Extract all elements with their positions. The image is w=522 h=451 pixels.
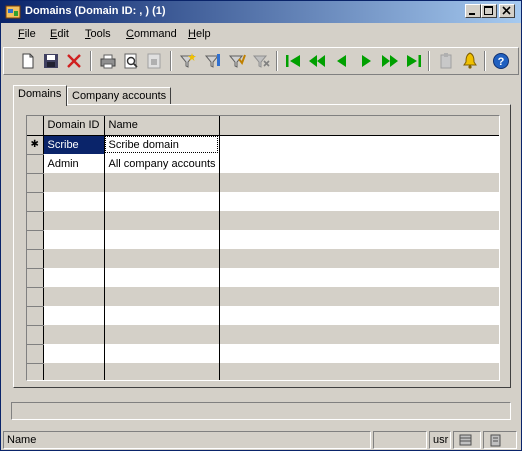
tab-panel-domains: Domain ID Name ✱ Scribe Scribe domain Ad… [13,104,511,388]
empty-row [27,173,499,193]
filter-edit-button[interactable] [203,51,223,71]
filter-icon [179,53,196,68]
next-page-icon [382,55,398,67]
column-header-domain-id[interactable]: Domain ID [43,116,105,136]
export-button [144,51,164,71]
clipboard-button [436,51,456,71]
empty-row [27,230,499,250]
print-preview-icon [124,53,138,69]
new-button[interactable] [18,51,38,71]
app-icon [5,5,21,19]
filter-apply-icon [228,54,246,68]
empty-row [27,211,499,231]
first-record-icon [286,55,300,67]
delete-button[interactable] [64,51,84,71]
menu-file[interactable]: File [18,28,36,40]
maximize-button[interactable] [481,4,497,18]
print-button[interactable] [98,51,118,71]
filter-clear-icon [252,55,270,68]
minimize-button[interactable] [465,4,481,18]
empty-row [27,344,499,364]
help-button[interactable]: ? [491,51,511,71]
save-button[interactable] [41,51,61,71]
previous-record-button[interactable] [332,51,352,71]
maximize-icon [484,6,493,15]
menu-command[interactable]: Command [126,28,177,40]
column-header-name[interactable]: Name [104,116,220,136]
last-record-button[interactable] [404,51,424,71]
tab-domains[interactable]: Domains [13,85,67,106]
row-indicator[interactable] [27,154,44,174]
close-button[interactable] [499,4,515,18]
close-icon [502,6,511,15]
empty-row [27,268,499,288]
application-window: Domains (Domain ID: , ) (1) File Edit To… [0,0,522,451]
cell-domain-id[interactable]: Admin [43,154,105,173]
cell-domain-id[interactable]: Scribe [43,135,105,154]
menu-bar: File Edit Tools Command Help [1,25,521,45]
tab-company-accounts[interactable]: Company accounts [67,87,171,105]
table-row[interactable]: Admin All company accounts [27,154,499,174]
next-record-icon [362,55,371,67]
domains-grid[interactable]: Domain ID Name ✱ Scribe Scribe domain Ad… [26,115,500,381]
window-title: Domains (Domain ID: , ) (1) [25,5,166,17]
last-record-icon [407,55,421,67]
filter-apply-button[interactable] [227,51,247,71]
menu-help[interactable]: Help [188,28,211,40]
export-icon [147,53,161,69]
clipboard-icon [440,53,452,69]
empty-row [27,287,499,307]
table-row[interactable]: ✱ Scribe Scribe domain [27,135,499,155]
svg-text:?: ? [498,56,505,68]
row-indicator[interactable]: ✱ [27,135,44,155]
grid-corner [27,116,44,136]
status-field-name: Name [3,431,371,449]
status-database-pane [453,431,481,449]
next-record-button[interactable] [356,51,376,71]
new-icon [22,53,34,69]
empty-row [27,192,499,212]
delete-icon [67,54,81,68]
empty-row [27,363,499,380]
empty-row [27,325,499,345]
filter-edit-icon [204,54,220,68]
help-icon: ? [493,53,509,69]
previous-page-icon [309,55,325,67]
title-bar[interactable]: Domains (Domain ID: , ) (1) [1,1,521,23]
status-user: usr [429,431,451,449]
alert-icon [463,52,477,69]
empty-row [27,306,499,326]
print-icon [100,54,116,69]
previous-page-button[interactable] [307,51,327,71]
status-bar: Name usr [1,429,521,450]
menu-tools[interactable]: Tools [85,28,111,40]
previous-record-icon [337,55,346,67]
toolbar: ? [3,47,519,75]
save-icon [44,54,58,68]
database-icon [459,434,472,446]
cell-name[interactable]: All company accounts [104,154,220,173]
minimize-icon [469,13,475,15]
print-preview-button[interactable] [121,51,141,71]
alert-button[interactable] [460,51,480,71]
status-server-pane [483,431,517,449]
filter-clear-button[interactable] [251,51,271,71]
next-page-button[interactable] [380,51,400,71]
cell-name[interactable]: Scribe domain [104,135,220,154]
empty-row [27,249,499,269]
status-blank [373,431,427,449]
menu-edit[interactable]: Edit [50,28,69,40]
filter-button[interactable] [178,51,198,71]
first-record-button[interactable] [283,51,303,71]
horizontal-scrollbar[interactable] [11,402,511,420]
server-icon [490,434,501,447]
